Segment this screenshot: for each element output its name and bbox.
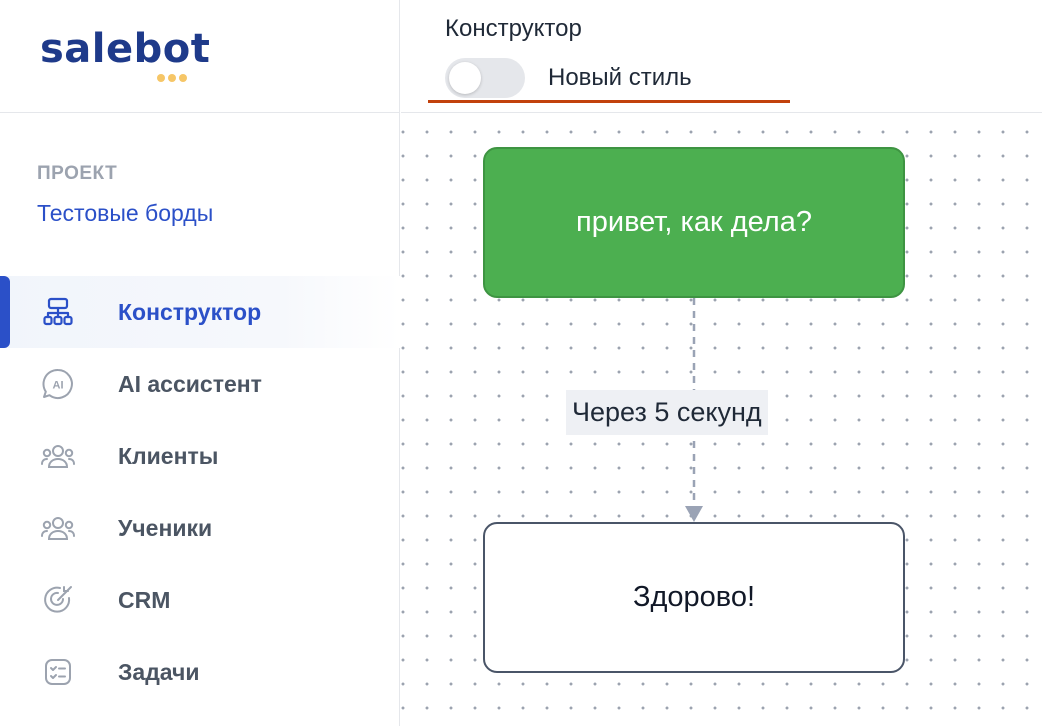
constructor-header: Конструктор Новый стиль [401, 0, 1042, 113]
checklist-icon [40, 654, 76, 690]
block-text: привет, как дела? [576, 206, 812, 238]
header-underline [428, 100, 790, 103]
target-icon [40, 582, 76, 618]
students-icon [40, 510, 76, 546]
block-text: Здорово! [632, 581, 756, 613]
sidebar-item-label: Задачи [118, 658, 200, 685]
sidebar-item-label: Конструктор [118, 298, 262, 325]
sidebar-item-label: CRM [118, 586, 171, 613]
ai-chat-icon: AI [40, 366, 76, 402]
users-icon [40, 438, 76, 474]
logo[interactable]: salebot [40, 26, 210, 72]
logo-dot [179, 74, 187, 82]
page-title: Конструктор [445, 15, 582, 42]
sidebar-item-students[interactable]: Ученики [0, 492, 400, 564]
project-label: ПРОЕКТ [37, 163, 118, 184]
sitemap-icon [40, 294, 76, 330]
constructor-canvas[interactable]: привет, как дела? Через 5 секунд Здорово… [401, 114, 1042, 726]
sidebar-item-clients[interactable]: Клиенты [0, 420, 400, 492]
logo-dot [168, 74, 176, 82]
logo-dot [157, 74, 165, 82]
sidebar-item-tasks[interactable]: Задачи [0, 636, 400, 708]
toggle-knob [449, 62, 481, 94]
sidebar-item-constructor[interactable]: Конструктор [0, 276, 400, 348]
sidebar: salebot ПРОЕКТ Тестовые борды Конструкто… [0, 0, 400, 726]
svg-text:AI: AI [53, 380, 64, 392]
sidebar-nav: Конструктор AI AI ассистент Клиенты Учен… [0, 276, 400, 708]
message-block-reply[interactable]: Здорово! [483, 522, 905, 673]
connector-delay-label[interactable]: Через 5 секунд [566, 390, 768, 435]
sidebar-item-label: Клиенты [118, 442, 219, 469]
project-name[interactable]: Тестовые борды [37, 200, 213, 227]
sidebar-item-label: AI ассистент [118, 370, 262, 397]
sidebar-item-ai-assistant[interactable]: AI AI ассистент [0, 348, 400, 420]
logo-dots [157, 74, 187, 82]
message-block-greeting[interactable]: привет, как дела? [483, 147, 905, 298]
logo-area: salebot [0, 0, 400, 113]
new-style-label: Новый стиль [548, 64, 692, 91]
new-style-toggle[interactable] [445, 58, 525, 98]
sidebar-item-crm[interactable]: CRM [0, 564, 400, 636]
sidebar-item-label: Ученики [118, 514, 213, 541]
